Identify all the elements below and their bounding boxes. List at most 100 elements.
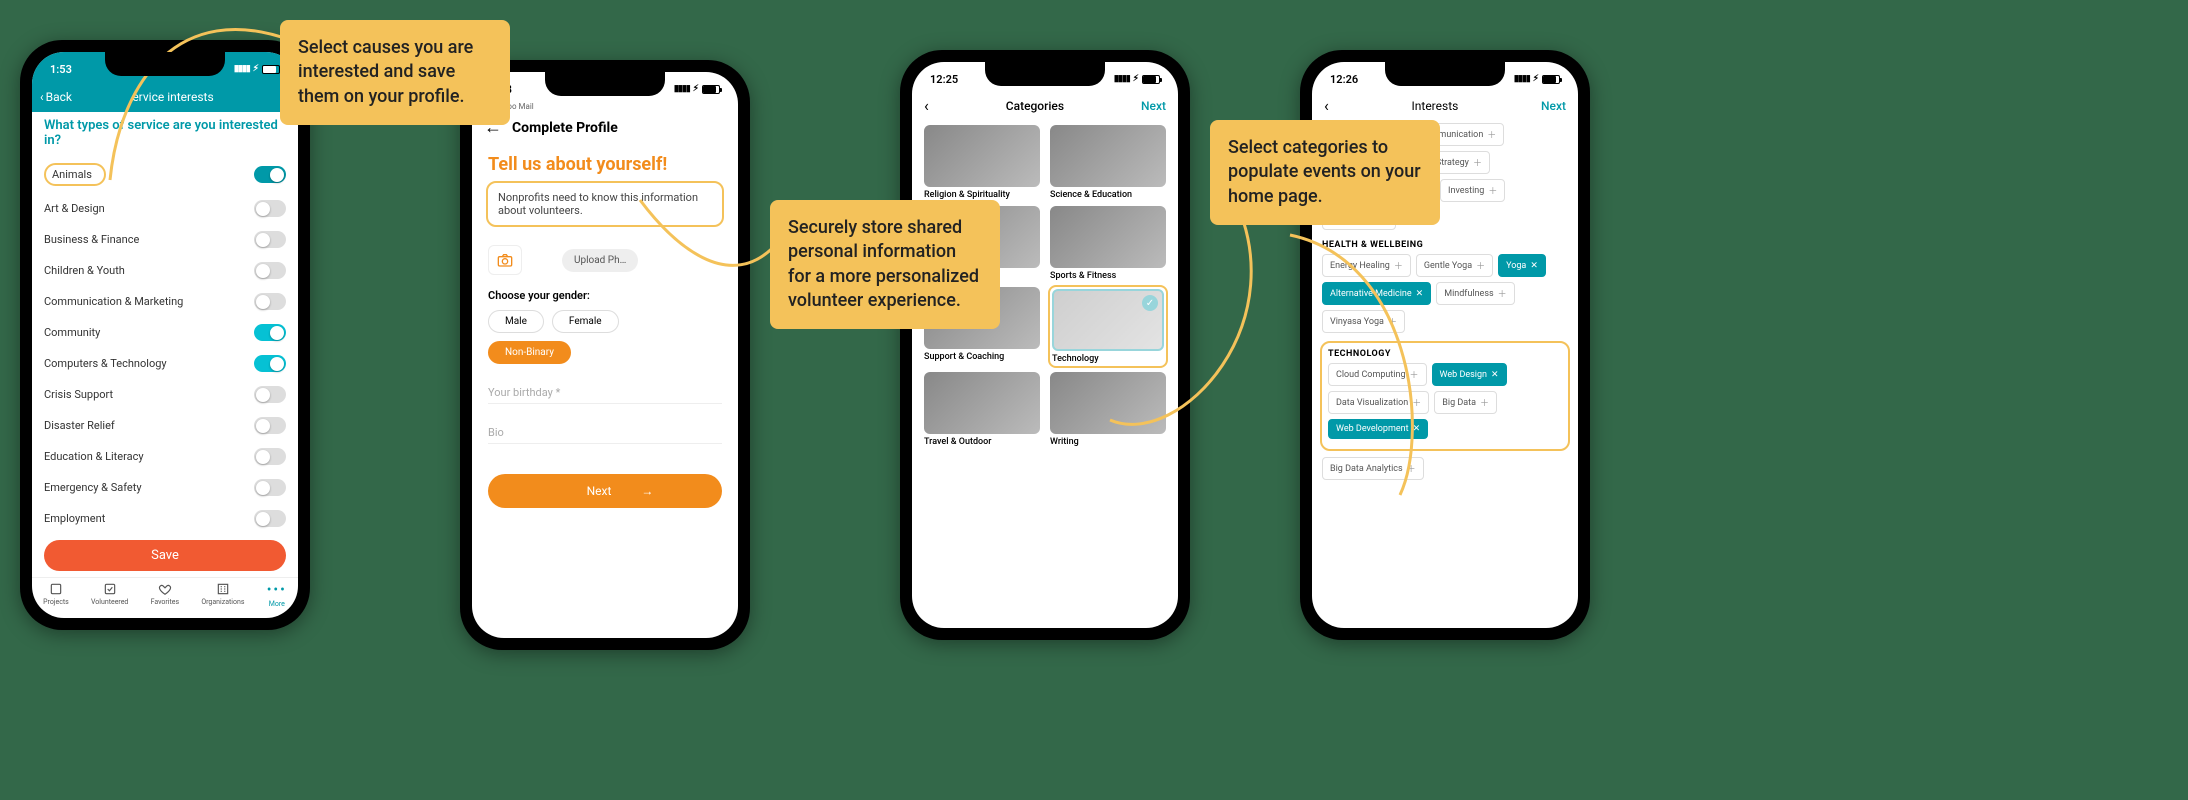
tab-favorites[interactable]: Favorites [151, 582, 180, 608]
more-icon: ••• [267, 582, 287, 598]
toggle-on-icon[interactable] [254, 355, 286, 372]
section-technology: TECHNOLOGY [1328, 349, 1562, 359]
interest-row[interactable]: Community [44, 317, 286, 348]
tab-projects[interactable]: Projects [43, 582, 69, 608]
callout-personal-info: Securely store shared personal informati… [770, 200, 1000, 329]
category-technology[interactable]: Technology [1048, 285, 1168, 368]
next-link[interactable]: Next [1141, 99, 1166, 113]
close-icon: ✕ [1413, 424, 1421, 434]
question-text: What types of service are you interested… [32, 112, 298, 156]
phone-service-interests: 1:53 ▮▮▮▮⚡︎ ‹ Back ervice interests What… [20, 40, 310, 630]
chip-gentle-yoga[interactable]: Gentle Yoga＋ [1416, 254, 1493, 277]
back-arrow-icon[interactable]: ‹ [924, 96, 929, 115]
interest-row[interactable]: Art & Design [44, 193, 286, 224]
plus-icon: ＋ [1487, 128, 1496, 141]
interest-row[interactable]: Employment [44, 503, 286, 534]
next-link[interactable]: Next [1541, 99, 1566, 113]
interest-row[interactable]: Communication & Marketing [44, 286, 286, 317]
category-travel[interactable]: Travel & Outdoor [924, 372, 1040, 447]
chip-web-dev[interactable]: Web Development✕ [1328, 419, 1428, 439]
tab-organizations[interactable]: Organizations [201, 582, 244, 608]
screen-title: ervice interests [56, 90, 290, 104]
chip-mindfulness[interactable]: Mindfulness＋ [1436, 282, 1514, 305]
interest-row[interactable]: Education & Literacy [44, 441, 286, 472]
plus-icon: ＋ [1407, 462, 1416, 475]
toggle-off-icon[interactable] [254, 510, 286, 527]
category-writing[interactable]: Writing [1050, 372, 1166, 447]
plus-icon: ＋ [1498, 287, 1507, 300]
arrow-right-icon: → [641, 484, 653, 498]
plus-icon: ＋ [1476, 259, 1485, 272]
nav-bar: ← Complete Profile [472, 111, 738, 144]
upload-photo-button[interactable]: Upload Ph… [562, 249, 638, 272]
gender-label: Choose your gender: [488, 289, 722, 302]
chip-web-design[interactable]: Web Design✕ [1432, 363, 1507, 386]
category-science[interactable]: Science & Education [1050, 125, 1166, 200]
interest-row[interactable]: Business & Finance [44, 224, 286, 255]
chip-dataviz[interactable]: Data Visualization＋ [1328, 391, 1429, 414]
nav-bar: ‹ Back ervice interests [32, 82, 298, 112]
plus-icon: ＋ [1388, 315, 1397, 328]
toggle-off-icon[interactable] [254, 200, 286, 217]
interest-row[interactable]: Crisis Support [44, 379, 286, 410]
chip-cloud[interactable]: Cloud Computing＋ [1328, 363, 1427, 386]
interest-list: Animals Art & Design Business & Finance … [32, 156, 298, 534]
plus-icon: ＋ [1412, 396, 1421, 409]
gender-option-female[interactable]: Female [552, 310, 619, 333]
toggle-on-icon[interactable] [254, 324, 286, 341]
bio-field[interactable]: Bio [488, 426, 722, 444]
interest-row-animals[interactable]: Animals [44, 156, 286, 193]
plus-icon: ＋ [1394, 259, 1403, 272]
chip-vinyasa[interactable]: Vinyasa Yoga＋ [1322, 310, 1405, 333]
carrier-label: ◀ Yahoo Mail [472, 102, 738, 111]
camera-icon[interactable] [488, 245, 522, 275]
phone-categories: 12:25 ▮▮▮▮⚡︎ ‹ Categories Next Religion … [900, 50, 1190, 640]
callout-causes: Select causes you are interested and sav… [280, 20, 510, 125]
back-arrow-icon[interactable]: ‹ [1324, 96, 1329, 115]
tab-volunteered[interactable]: Volunteered [91, 582, 128, 608]
status-time: 1:53 [50, 63, 72, 76]
chip-energy-healing[interactable]: Energy Healing＋ [1322, 254, 1411, 277]
next-button[interactable]: Next→ [488, 474, 722, 508]
toggle-off-icon[interactable] [254, 417, 286, 434]
gender-option-male[interactable]: Male [488, 310, 544, 333]
gender-option-nonbinary[interactable]: Non-Binary [488, 341, 571, 364]
chip-investing[interactable]: Investing＋ [1440, 179, 1505, 202]
screen-title: Complete Profile [512, 120, 618, 136]
status-icons: ▮▮▮▮⚡︎ [234, 64, 280, 74]
tab-more[interactable]: •••More [267, 582, 287, 608]
toggle-off-icon[interactable] [254, 231, 286, 248]
toggle-off-icon[interactable] [254, 479, 286, 496]
chip-alt-medicine[interactable]: Alternative Medicine✕ [1322, 282, 1431, 305]
toggle-off-icon[interactable] [254, 293, 286, 310]
interest-row[interactable]: Children & Youth [44, 255, 286, 286]
save-button[interactable]: Save [44, 540, 286, 571]
close-icon: ✕ [1491, 370, 1499, 380]
phone-complete-profile: 9:48 ▮▮▮▮⚡︎ ◀ Yahoo Mail ← Complete Prof… [460, 60, 750, 650]
close-icon: ✕ [1416, 289, 1424, 299]
status-icons: ▮▮▮▮⚡︎ [1514, 74, 1560, 84]
interest-row[interactable]: Computers & Technology [44, 348, 286, 379]
toggle-off-icon[interactable] [254, 386, 286, 403]
screen-title: Categories [1006, 99, 1064, 113]
interest-row[interactable]: Disaster Relief [44, 410, 286, 441]
chip-big-data-analytics[interactable]: Big Data Analytics＋ [1322, 457, 1424, 480]
status-time: 12:25 [930, 73, 958, 86]
heading: Tell us about yourself! [472, 144, 738, 181]
callout-categories: Select categories to populate events on … [1210, 120, 1440, 225]
category-sports[interactable]: Sports & Fitness [1050, 206, 1166, 281]
plus-icon: ＋ [1473, 156, 1482, 169]
interest-row[interactable]: Emergency & Safety [44, 472, 286, 503]
toggle-off-icon[interactable] [254, 448, 286, 465]
screen-title: Interests [1412, 99, 1459, 113]
status-icons: ▮▮▮▮⚡︎ [674, 84, 720, 94]
toggle-off-icon[interactable] [254, 262, 286, 279]
chip-big-data[interactable]: Big Data＋ [1434, 391, 1497, 414]
toggle-on-icon[interactable] [254, 166, 286, 183]
status-icons: ▮▮▮▮⚡︎ [1114, 74, 1160, 84]
plus-icon: ＋ [1488, 184, 1497, 197]
category-religion[interactable]: Religion & Spirituality [924, 125, 1040, 200]
birthday-field[interactable]: Your birthday * [488, 386, 722, 404]
close-icon: ✕ [1530, 261, 1538, 271]
chip-yoga[interactable]: Yoga✕ [1498, 254, 1546, 277]
